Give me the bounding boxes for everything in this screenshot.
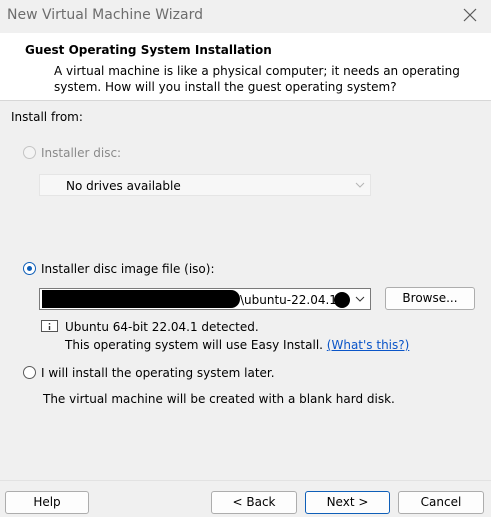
iso-path-value: \ubuntu-22.04.1- bbox=[240, 293, 342, 307]
redacted-path-end bbox=[334, 292, 350, 308]
installer-disc-label: Installer disc: bbox=[41, 146, 122, 160]
footer-divider bbox=[0, 480, 491, 481]
page-title: Guest Operating System Installation bbox=[25, 43, 272, 57]
iso-radio[interactable] bbox=[23, 262, 36, 275]
browse-button[interactable]: Browse... bbox=[385, 287, 475, 310]
help-button[interactable]: Help bbox=[5, 491, 89, 514]
chevron-down-icon bbox=[355, 296, 365, 302]
next-button[interactable]: Next > bbox=[305, 491, 390, 514]
whats-this-link[interactable]: (What's this?) bbox=[327, 338, 410, 352]
back-button[interactable]: < Back bbox=[211, 491, 297, 514]
install-later-radio[interactable] bbox=[23, 366, 36, 379]
wizard-header: Guest Operating System Installation A vi… bbox=[0, 33, 491, 101]
detected-os-text: Ubuntu 64-bit 22.04.1 detected. bbox=[65, 320, 259, 334]
install-later-label: I will install the operating system late… bbox=[41, 366, 275, 380]
redacted-path bbox=[42, 290, 240, 308]
chevron-down-icon bbox=[355, 182, 365, 188]
title-bar: New Virtual Machine Wizard bbox=[0, 0, 491, 33]
install-later-description: The virtual machine will be created with… bbox=[43, 392, 395, 406]
drive-select-value: No drives available bbox=[66, 179, 181, 193]
cancel-button[interactable]: Cancel bbox=[398, 491, 484, 514]
easy-install-text: This operating system will use Easy Inst… bbox=[65, 338, 323, 352]
window-title: New Virtual Machine Wizard bbox=[7, 7, 203, 23]
close-button[interactable] bbox=[457, 4, 483, 28]
info-icon bbox=[41, 320, 58, 332]
install-from-label: Install from: bbox=[11, 110, 83, 124]
easy-install-line: This operating system will use Easy Inst… bbox=[65, 338, 409, 352]
close-icon bbox=[463, 8, 477, 22]
drive-select[interactable]: No drives available bbox=[39, 174, 371, 196]
installer-disc-radio[interactable] bbox=[23, 146, 36, 159]
iso-path-combo[interactable]: \ubuntu-22.04.1- bbox=[39, 288, 371, 310]
iso-label: Installer disc image file (iso): bbox=[41, 262, 215, 276]
page-description: A virtual machine is like a physical com… bbox=[54, 64, 460, 94]
